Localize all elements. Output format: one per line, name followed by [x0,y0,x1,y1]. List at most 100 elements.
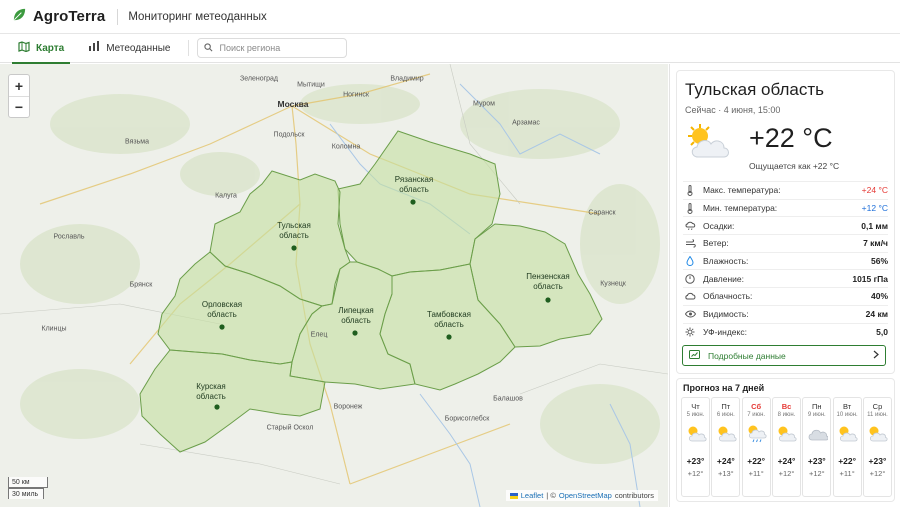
region-title: Тульская область [685,80,824,99]
cloud-icon [803,424,830,444]
detail-label: УФ-индекс: [703,326,747,337]
region-label-ryazan[interactable]: Рязанская область [379,175,449,195]
detail-row: Влажность: 56% [683,251,888,270]
eye-icon [683,310,697,318]
forecast-day[interactable]: Чт 5 июн. +23° +12° [681,397,710,497]
search-input[interactable] [219,43,340,53]
wind-icon [683,239,697,248]
zoom-out-button[interactable]: − [9,96,29,117]
search-icon [204,39,213,57]
zoom-in-button[interactable]: + [9,75,29,96]
day-low-temp: +12° [808,469,825,478]
leaflet-link[interactable]: Leaflet [521,491,544,500]
detail-row: Давление: 1015 гПа [683,269,888,287]
app-subtitle: Мониторинг метеоданных [128,10,267,23]
forecast-card: Прогноз на 7 дней Чт 5 июн. +23° +12° Пт 6 ию… [676,378,895,502]
weather-details-list: Макс. температура: +24 °C Мин. температу… [683,181,888,340]
cloud-icon [683,292,697,300]
region-label-kursk[interactable]: Курская область [176,382,246,402]
city-label: Брянск [129,281,153,289]
forecast-days: Чт 5 июн. +23° +12° Пт 6 июн. +24° +13° Сб 7 июн.… [681,397,892,497]
detail-value: 56% [870,256,888,267]
day-high-temp: +24° [716,456,735,466]
brand[interactable]: AgroTerra [12,7,105,27]
city-label: Зеленоград [239,75,279,83]
day-date: 9 июн. [807,412,826,418]
detail-label: Макс. температура: [703,185,781,196]
day-high-temp: +24° [777,456,796,466]
region-label-tula[interactable]: Тульская область [259,221,329,241]
detail-label: Влажность: [703,256,749,267]
map-scale: 50 км 30 миль [8,477,48,499]
forecast-day[interactable]: Пн 9 июн. +23° +12° [802,397,832,497]
day-date: 6 июн. [716,412,735,418]
detail-value: 24 км [865,309,888,320]
detail-row: Ветер: 7 км/ч [683,234,888,252]
current-temperature: +22 °C [749,123,833,153]
ukraine-flag-icon [509,492,518,499]
day-date: 7 июн. [747,412,766,418]
scale-mi: 30 миль [8,488,44,499]
details-button[interactable]: Подробные данные [682,345,886,366]
forecast-day[interactable]: Пт 6 июн. +24° +13° [711,397,741,497]
day-high-temp: +22° [838,456,857,466]
day-low-temp: +13° [717,469,734,478]
city-label: Мытищи [297,81,325,89]
scale-km: 50 км [8,477,48,488]
forecast-day[interactable]: Ср 11 июн. +23° +12° [862,397,892,497]
city-label: Рославль [53,233,85,241]
tab-map[interactable]: Карта [8,34,74,64]
forecast-title: Прогноз на 7 дней [683,383,765,393]
day-name: Вс [781,402,792,411]
zoom-control: + − [8,74,30,118]
day-high-temp: +23° [686,456,705,466]
osm-link[interactable]: OpenStreetMap [559,491,612,500]
city-label: Борисоглебск [444,415,490,423]
city-label: Воронеж [333,403,363,411]
day-name: Чт [691,402,700,411]
region-label-tambov[interactable]: Тамбовская область [414,310,484,330]
detail-value: 5,0 [876,326,888,337]
forecast-day[interactable]: Вт 10 июн. +22° +11° [832,397,862,497]
detail-value: 0,1 мм [861,220,888,231]
day-low-temp: +11° [839,469,855,478]
day-name: Ср [872,402,883,411]
divider [117,8,119,25]
weather-panel: Тульская область Сейчас · 4 июня, 15:00 … [669,64,900,507]
city-label: Старый Оскол [266,424,314,432]
forecast-day[interactable]: Сб 7 июн. +22° +11° [741,397,771,497]
details-button-label: Подробные данные [708,350,786,361]
detail-label: Облачность: [703,291,753,302]
bar-chart-icon [88,41,106,55]
day-low-temp: +12° [687,469,704,478]
map-icon [18,41,36,55]
attribution-sep: | © [546,491,556,500]
day-high-temp: +23° [868,456,887,466]
gauge-icon [683,274,697,284]
map[interactable]: + − Зеленоград Мытищи Владимир Москва Но… [0,64,668,507]
current-weather-card: Тульская область Сейчас · 4 июня, 15:00 … [676,70,895,374]
search-box[interactable] [197,38,348,58]
detail-label: Давление: [703,273,745,284]
leaf-logo-icon [12,7,27,27]
city-label: Клинцы [41,325,67,333]
tab-meteo[interactable]: Метеоданные [78,34,180,63]
detail-value: 40% [870,291,888,302]
document-icon [689,350,700,361]
day-name: Пт [721,402,731,411]
city-label: Арзамас [512,119,540,127]
day-name: Сб [751,402,762,411]
thermometer-icon [683,184,697,196]
partly-cloudy-icon [684,121,732,166]
city-label: Владимир [390,75,424,83]
app-header: AgroTerra Мониторинг метеоданных [0,0,900,34]
region-label-lipetsk[interactable]: Липецкая область [321,306,391,326]
thermometer-icon [683,202,697,214]
forecast-day[interactable]: Вс 8 июн. +24° +12° [771,397,801,497]
region-label-penza[interactable]: Пензенская область [513,272,583,292]
region-label-orel[interactable]: Орловская область [187,300,257,320]
tab-map-label: Карта [36,42,65,54]
day-date: 5 июн. [686,412,705,418]
day-low-temp: +12° [869,469,886,478]
partly-cloudy-icon [682,424,709,444]
